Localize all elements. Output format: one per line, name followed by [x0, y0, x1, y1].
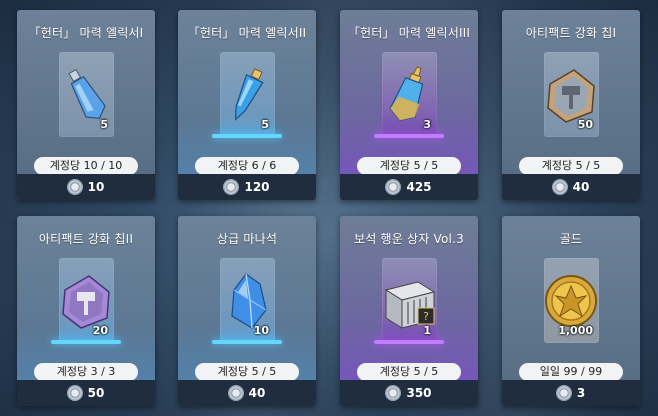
shop-item-card[interactable]: 아티팩트 강화 칩I 50 계정당 5 / 5 40: [502, 10, 640, 200]
item-title: 「헌터」 마력 엘릭서III: [347, 26, 471, 40]
item-quantity: 5: [261, 118, 269, 131]
hammer-chip-icon: [62, 275, 110, 329]
hammer-chip-icon: [547, 69, 595, 123]
price-bar[interactable]: 350: [340, 380, 478, 406]
purchase-limit: 계정당 5 / 5: [195, 363, 299, 381]
rarity-glow: [212, 134, 282, 138]
mana-crystal-icon: [231, 273, 267, 329]
item-icon-tile: 5: [220, 52, 275, 137]
purchase-limit: 계정당 6 / 6: [195, 157, 299, 175]
item-quantity: 50: [577, 118, 593, 131]
item-quantity: 1,000: [558, 324, 593, 337]
item-title: 골드: [559, 232, 583, 246]
item-icon-tile: 10: [220, 258, 275, 343]
gem-lucky-box-icon: ?: [384, 281, 436, 329]
price-bar[interactable]: 40: [502, 174, 640, 200]
item-quantity: 10: [253, 324, 269, 337]
item-price: 3: [576, 386, 586, 400]
rarity-glow: [374, 340, 444, 344]
item-title: 「헌터」 마력 엘릭서II: [187, 26, 307, 40]
elixir-bottle-icon: [389, 66, 424, 122]
price-bar[interactable]: 425: [340, 174, 478, 200]
purchase-limit: 계정당 5 / 5: [357, 363, 461, 381]
item-icon-tile: 5: [59, 52, 114, 137]
purchase-limit: 일일 99 / 99: [519, 363, 623, 381]
item-price: 120: [244, 180, 270, 194]
item-price: 10: [87, 180, 105, 194]
shop-item-card[interactable]: 상급 마나석 10 계정당 5 / 5 40: [178, 216, 316, 406]
item-price: 40: [248, 386, 266, 400]
item-icon-tile: 3: [382, 52, 437, 137]
price-bar[interactable]: 120: [178, 174, 316, 200]
silver-coin-icon: [552, 180, 567, 194]
item-quantity: 3: [423, 118, 431, 131]
item-title: 아티팩트 강화 칩II: [38, 232, 134, 246]
price-bar[interactable]: 40: [178, 380, 316, 406]
elixir-bottle-icon: [234, 68, 264, 121]
elixir-bottle-icon: [68, 68, 106, 120]
item-price: 40: [572, 180, 590, 194]
purchase-limit: 계정당 3 / 3: [34, 363, 138, 381]
purchase-limit: 계정당 5 / 5: [357, 157, 461, 175]
silver-coin-icon: [386, 180, 401, 194]
shop-item-card[interactable]: 골드 1,000 일일 99 / 99 3: [502, 216, 640, 406]
silver-coin-icon: [67, 386, 82, 400]
purchase-limit: 계정당 10 / 10: [34, 157, 138, 175]
gold-coin-icon: [545, 275, 597, 327]
shop-item-card[interactable]: 「헌터」 마력 엘릭서III 3 계정당 5 / 5 425: [340, 10, 478, 200]
rarity-glow: [374, 134, 444, 138]
silver-coin-icon: [228, 386, 243, 400]
item-price: 425: [406, 180, 432, 194]
shop-item-card[interactable]: 아티팩트 강화 칩II 20 계정당 3 / 3 50: [17, 216, 155, 406]
shop-item-card[interactable]: 「헌터」 마력 엘릭서II 5 계정당 6 / 6 120: [178, 10, 316, 200]
item-title: 「헌터」 마력 엘릭서I: [28, 26, 144, 40]
item-quantity: 20: [92, 324, 108, 337]
silver-coin-icon: [556, 386, 571, 400]
shop-item-card[interactable]: 보석 행운 상자 Vol.3 ? 1 계정당 5 / 5 350: [340, 216, 478, 406]
shop-item-card[interactable]: 「헌터」 마력 엘릭서I 5 계정당 10 / 10 10: [17, 10, 155, 200]
price-bar[interactable]: 3: [502, 380, 640, 406]
item-title: 보석 행운 상자 Vol.3: [354, 232, 464, 246]
item-icon-tile: ? 1: [382, 258, 437, 343]
item-quantity: 1: [423, 324, 431, 337]
purchase-limit: 계정당 5 / 5: [519, 157, 623, 175]
item-price: 350: [406, 386, 432, 400]
item-title: 아티팩트 강화 칩I: [525, 26, 617, 40]
item-quantity: 5: [100, 118, 108, 131]
silver-coin-icon: [386, 386, 401, 400]
rarity-glow: [51, 340, 121, 344]
silver-coin-icon: [224, 180, 239, 194]
silver-coin-icon: [67, 180, 82, 194]
item-icon-tile: 20: [59, 258, 114, 343]
svg-text:?: ?: [423, 310, 429, 323]
price-bar[interactable]: 10: [17, 174, 155, 200]
item-icon-tile: 50: [544, 52, 599, 137]
price-bar[interactable]: 50: [17, 380, 155, 406]
item-price: 50: [87, 386, 105, 400]
item-icon-tile: 1,000: [544, 258, 599, 343]
rarity-glow: [212, 340, 282, 344]
item-title: 상급 마나석: [216, 232, 278, 246]
